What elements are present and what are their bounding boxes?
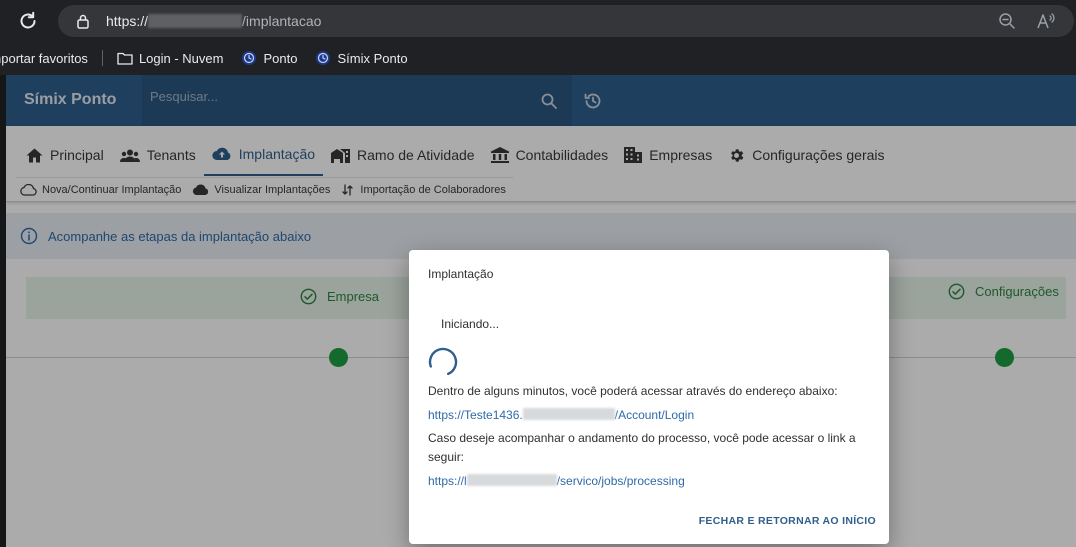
bookmark-label: nportar favoritos [0,50,88,66]
url-prefix: https:// [106,13,149,29]
processing-link[interactable]: https://l/servico/jobs/processing [428,474,685,488]
clock-badge-icon [242,51,257,65]
lock-icon[interactable] [76,13,90,29]
redacted-domain [466,474,557,486]
bookmark-ponto[interactable]: Ponto [241,41,297,75]
loading-spinner-icon [428,347,458,377]
processing-link-suffix: /servico/jobs/processing [556,474,685,488]
zoom-out-icon[interactable] [998,12,1016,30]
bookmark-label: Ponto [263,50,298,66]
access-link[interactable]: https://Teste1436. /Account/Login [428,408,694,422]
folder-icon [117,52,133,65]
bookmark-label: Símix Ponto [337,50,408,66]
read-aloud-icon[interactable] [1036,12,1056,30]
close-and-return-button[interactable]: FECHAR E RETORNAR AO INÍCIO [699,515,876,527]
dialog-message-access: Dentro de alguns minutos, você poderá ac… [428,384,838,398]
address-bar[interactable]: https:// /implantacao [58,5,1074,37]
dialog-message-follow: Caso deseje acompanhar o andamento do pr… [428,431,856,464]
url-suffix: /implantacao [242,13,322,29]
bookmark-import-favorites[interactable]: nportar favoritos [0,41,88,75]
implantacao-dialog: Implantação Iniciando... Dentro de algun… [409,250,889,544]
bookmark-simix-ponto[interactable]: Símix Ponto [315,41,408,75]
access-link-prefix: https://Teste1436. [428,408,523,422]
redacted-domain [522,408,615,420]
browser-toolbar: https:// /implantacao [0,0,1076,41]
url-text[interactable]: https:// /implantacao [106,13,321,29]
bookmarks-divider [101,50,103,66]
bookmark-label: Login - Nuvem [138,50,224,66]
processing-link-prefix: https://l [428,474,467,488]
access-link-suffix: /Account/Login [614,408,695,422]
dialog-title: Implantação [428,267,494,281]
bookmarks-bar: nportar favoritos Login - Nuvem Ponto Sí… [0,41,1076,75]
redacted-host [148,14,243,28]
reload-icon[interactable] [16,9,40,33]
dialog-status: Iniciando... [441,317,500,331]
bookmark-login-nuvem[interactable]: Login - Nuvem [117,41,224,75]
clock-badge-icon [316,51,331,65]
